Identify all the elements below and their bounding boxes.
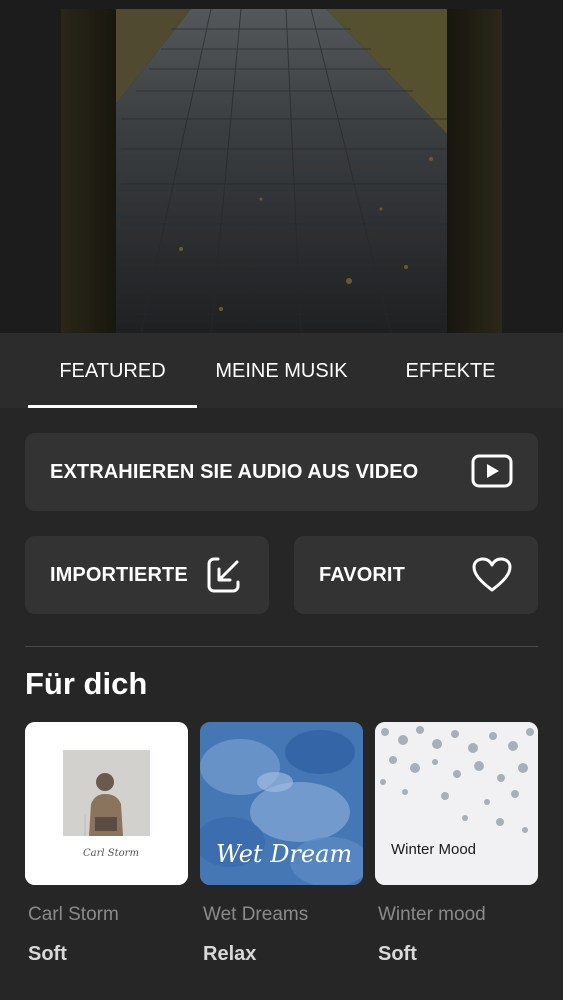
extract-audio-label: EXTRAHIEREN SIE AUDIO AUS VIDEO bbox=[50, 460, 419, 483]
favorite-label: FAVORIT bbox=[319, 563, 405, 586]
tab-featured[interactable]: FEATURED bbox=[28, 333, 197, 408]
tab-effekte[interactable]: EFFEKTE bbox=[366, 333, 535, 408]
section-title: Für dich bbox=[25, 666, 148, 701]
album-card-carl-storm[interactable]: Carl Storm bbox=[25, 722, 188, 885]
album-cover-title: Wet Dream bbox=[216, 840, 353, 868]
album-artist: Wet Dreams bbox=[203, 904, 309, 925]
active-tab-indicator bbox=[28, 405, 197, 408]
album-card-winter-mood[interactable]: Winter Mood bbox=[375, 722, 538, 885]
imported-label: IMPORTIERTE bbox=[50, 563, 188, 586]
album-artist: Carl Storm bbox=[28, 904, 119, 925]
album-genre: Soft bbox=[378, 943, 417, 965]
album-cover-snow-trees bbox=[375, 722, 538, 885]
video-frame[interactable] bbox=[61, 9, 502, 333]
video-preview bbox=[0, 0, 563, 333]
tab-meine-musik[interactable]: MEINE MUSIK bbox=[197, 333, 366, 408]
album-cover-photo bbox=[25, 722, 188, 885]
album-card-wet-dreams[interactable]: Wet Dream bbox=[200, 722, 363, 885]
album-genre: Soft bbox=[28, 943, 67, 965]
imported-button[interactable]: IMPORTIERTE bbox=[25, 536, 269, 614]
play-video-icon bbox=[471, 454, 513, 488]
import-arrow-icon bbox=[207, 557, 240, 593]
album-cover-signature: Carl Storm bbox=[83, 848, 139, 859]
path-photo bbox=[61, 9, 502, 333]
music-tab-bar: FEATURED MEINE MUSIK EFFEKTE bbox=[0, 333, 563, 408]
section-divider bbox=[25, 646, 538, 647]
extract-audio-button[interactable]: EXTRAHIEREN SIE AUDIO AUS VIDEO bbox=[25, 433, 538, 511]
album-artist: Winter mood bbox=[378, 904, 486, 925]
album-cover-title: Winter Mood bbox=[391, 841, 477, 858]
favorite-button[interactable]: FAVORIT bbox=[294, 536, 538, 614]
heart-icon bbox=[472, 557, 512, 592]
album-genre: Relax bbox=[203, 943, 257, 965]
